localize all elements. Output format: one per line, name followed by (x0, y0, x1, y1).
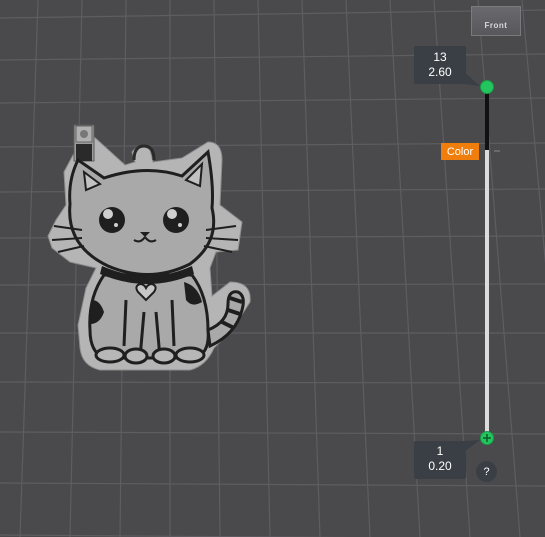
wipe-tower-preview (73, 124, 95, 162)
bottom-layer-label: 1 0.20 (414, 441, 466, 479)
color-change-tag[interactable]: Color (441, 143, 479, 160)
cat-paw-left (94, 346, 126, 364)
color-change-tag-label: Color (446, 145, 474, 158)
bottom-layer-box-pointer (464, 440, 480, 452)
cat-head (68, 149, 216, 276)
bottom-layer-height: 0.20 (428, 459, 452, 473)
cat-keychain-model[interactable] (47, 124, 251, 371)
cat-paw-right (174, 346, 206, 364)
help-button[interactable]: ? (476, 461, 497, 482)
top-layer-label: 13 2.60 (414, 46, 466, 84)
top-layer-box-pointer (464, 72, 480, 86)
top-layer-height: 2.60 (428, 65, 452, 79)
help-icon: ? (483, 465, 490, 478)
cat-eye-right (163, 207, 189, 233)
cat-paw-mid-left (123, 347, 149, 365)
top-layer-handle[interactable] (480, 80, 494, 94)
cat-eye-left (99, 207, 125, 233)
top-layer-number: 13 (433, 50, 447, 64)
cat-paw-mid-right (151, 347, 177, 365)
view-cube-front[interactable]: Front (471, 6, 521, 36)
bottom-layer-number: 1 (436, 444, 444, 458)
layer-slider[interactable] (464, 72, 500, 452)
view-cube-label: Front (484, 21, 508, 30)
